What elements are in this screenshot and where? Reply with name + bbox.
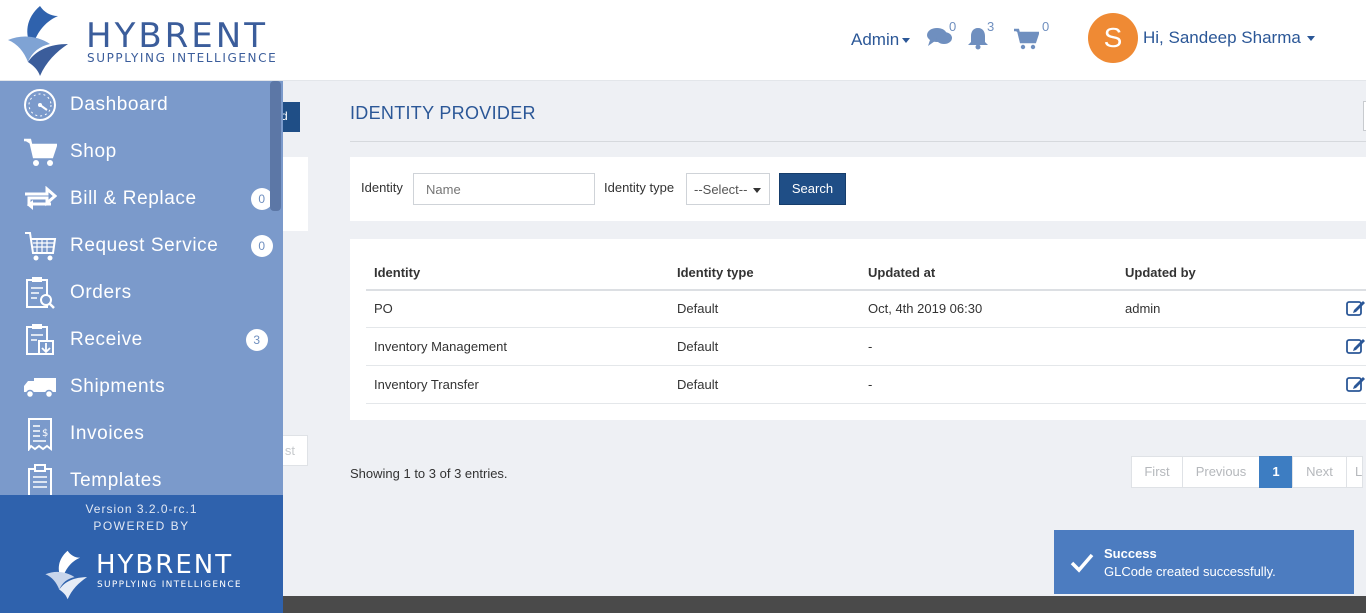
pagination-last[interactable]: L [1346,456,1363,488]
pagination-previous[interactable]: Previous [1182,456,1260,488]
cell-identity: Inventory Transfer [374,377,479,392]
sidebar-item-label: Request Service [70,234,219,256]
sidebar-item-label: Receive [70,328,143,350]
identity-type-label: Identity type [604,180,675,195]
powered-by-text: POWERED BY [93,519,190,533]
admin-dropdown[interactable]: Admin [851,30,911,50]
identity-table: Identity Identity type Updated at Update… [350,239,1366,420]
column-header-identity-type[interactable]: Identity type [677,265,754,280]
footer-brand-tagline: SUPPLYING INTELLIGENCE [97,580,242,590]
cell-updated-by: admin [1125,301,1161,316]
sidebar-scrollbar[interactable] [270,81,281,211]
bird-logo-icon [8,6,68,76]
sidebar-item-shipments[interactable]: Shipments [0,363,270,410]
pagination-first[interactable]: First [1131,456,1183,488]
table-row: Inventory Management Default - [366,328,1366,366]
chevron-down-icon [1306,36,1315,42]
notifications-count: 3 [987,19,995,34]
check-icon [1070,553,1094,573]
sidebar-item-dashboard[interactable]: Dashboard [0,81,270,128]
top-header: HYBRENT SUPPLYING INTELLIGENCE Admin 0 3… [0,0,1366,81]
sidebar-item-invoices[interactable]: $ Invoices [0,410,270,457]
sidebar-item-label: Invoices [70,422,145,444]
pagination-next[interactable]: Next [1292,456,1347,488]
cell-identity: PO [374,301,393,316]
success-toast[interactable]: Success GLCode created successfully. [1054,530,1354,594]
sidebar-item-label: Templates [70,469,162,491]
footer-brand-name: HYBRENT [96,550,234,580]
svg-text:$: $ [42,428,49,439]
sidebar-footer: Version 3.2.0-rc.1 POWERED BY HYBRENT SU… [0,495,283,613]
sidebar-item-label: Dashboard [70,93,169,115]
cart-icon[interactable] [1013,28,1040,55]
messages-count: 0 [949,19,957,34]
version-text: Version 3.2.0-rc.1 [85,502,198,516]
sidebar-item-label: Bill & Replace [70,187,197,209]
cell-identity-type: Default [677,377,719,392]
entries-summary: Showing 1 to 3 of 3 entries. [350,466,508,481]
invoice-icon: $ [22,416,58,452]
identity-type-select[interactable]: --Select-- [686,173,770,205]
sidebar-item-receive[interactable]: Receive 3 [0,316,270,363]
edit-icon[interactable] [1346,337,1366,355]
chevron-down-icon [902,38,911,44]
chevron-down-icon [753,188,761,193]
partial-hidden-card [283,157,308,231]
brand-name: HYBRENT [86,16,268,56]
user-menu[interactable]: Hi, Sandeep Sharma [1143,28,1315,48]
identity-search-input[interactable] [413,173,595,205]
cell-identity-type: Default [677,339,719,354]
sidebar-item-request-service[interactable]: Request Service 0 [0,222,273,269]
avatar[interactable]: S [1088,13,1138,63]
search-button[interactable]: Search [779,173,846,205]
cart-icon [22,134,58,170]
edit-icon[interactable] [1346,299,1366,317]
edit-icon[interactable] [1346,375,1366,393]
request-service-badge: 0 [251,235,273,257]
admin-label: Admin [851,30,900,49]
sidebar-item-shop[interactable]: Shop [0,128,270,175]
column-header-updated-at[interactable]: Updated at [868,265,935,280]
templates-icon [22,463,58,499]
sidebar-item-orders[interactable]: Orders [0,269,270,316]
user-greeting: Hi, Sandeep Sharma [1143,28,1301,47]
toast-message: GLCode created successfully. [1104,564,1276,579]
dashboard-icon [22,87,58,123]
bill-replace-icon [22,181,58,217]
truck-icon [22,369,58,405]
title-divider [350,141,1366,142]
request-service-icon [22,228,58,264]
pagination-page-1[interactable]: 1 [1259,456,1293,488]
cell-updated-at: Oct, 4th 2019 06:30 [868,301,983,316]
bird-logo-icon [45,550,88,600]
sidebar: Dashboard Shop Bill & Replace 0 Request … [0,81,283,613]
identity-type-selected: --Select-- [694,182,748,197]
column-header-updated-by[interactable]: Updated by [1125,265,1196,280]
table-row: Inventory Transfer Default - [366,366,1366,404]
table-row: PO Default Oct, 4th 2019 06:30 admin [366,290,1366,328]
toast-title: Success [1104,546,1157,561]
sidebar-item-label: Shop [70,140,117,162]
footer-bar [283,596,1366,613]
column-header-identity[interactable]: Identity [374,265,420,280]
identity-label: Identity [361,180,403,195]
sidebar-item-bill-replace[interactable]: Bill & Replace 0 [0,175,273,222]
brand-tagline: SUPPLYING INTELLIGENCE [87,51,278,65]
pagination: First Previous 1 Next L [1131,456,1363,488]
cart-count: 0 [1042,19,1050,34]
cell-updated-at: - [868,339,873,354]
filter-panel: Identity Identity type --Select-- Search [350,157,1366,221]
page-title: IDENTITY PROVIDER [350,103,536,123]
brand-logo[interactable]: HYBRENT SUPPLYING INTELLIGENCE [6,4,286,78]
sidebar-item-label: Shipments [70,375,166,397]
receive-icon [22,322,58,358]
cell-updated-at: - [868,377,873,392]
sidebar-item-label: Orders [70,281,132,303]
cell-identity: Inventory Management [374,339,507,354]
orders-icon [22,275,58,311]
cell-identity-type: Default [677,301,719,316]
receive-badge: 3 [246,329,268,351]
